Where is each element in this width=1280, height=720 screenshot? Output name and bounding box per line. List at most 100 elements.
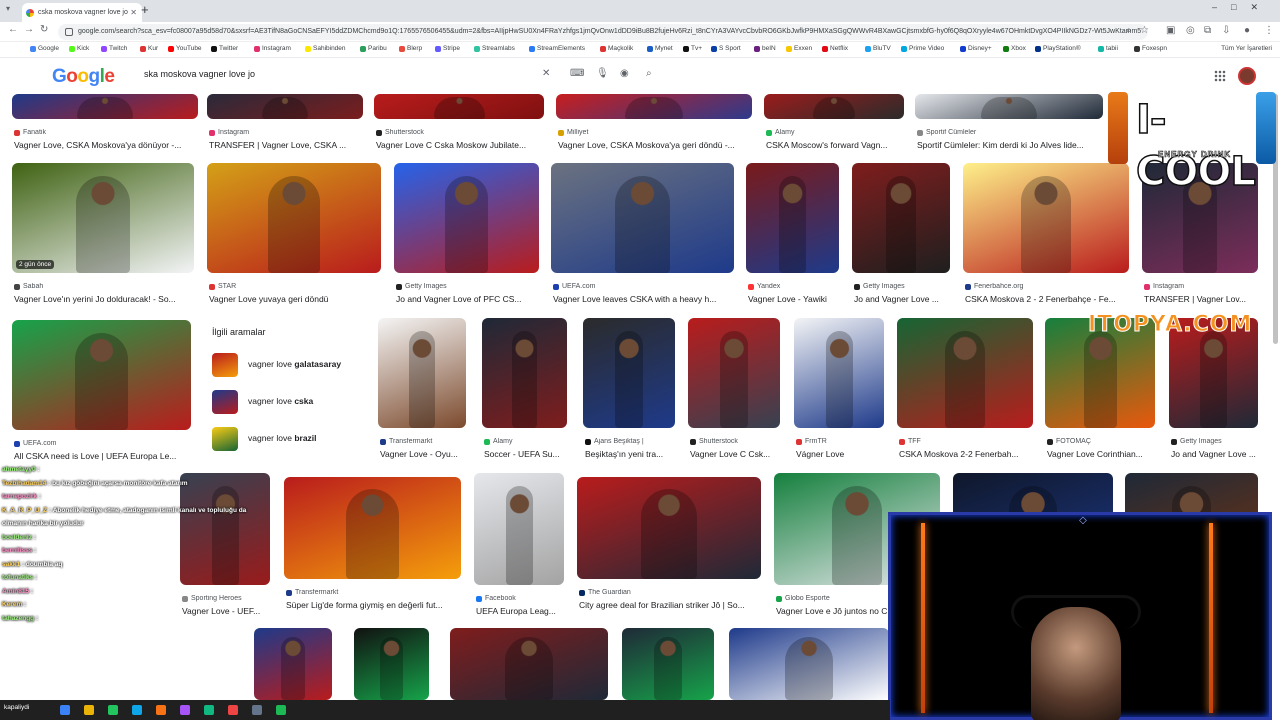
image-result[interactable]: Transfermarkt Vagner Love - Oyu... [378, 318, 466, 464]
image-result[interactable]: Getty Images Jo and Vagner Love ... [852, 163, 950, 309]
result-source[interactable]: Instagram [1144, 283, 1260, 290]
result-source[interactable]: STAR [209, 283, 383, 290]
image-result[interactable]: Getty Images Jo and Vagner Love of PFC CS… [394, 163, 539, 309]
result-source[interactable]: Getty Images [854, 283, 952, 290]
result-thumbnail[interactable] [577, 477, 761, 579]
image-result[interactable]: Fenerbahce.org CSKA Moskova 2 - 2 Fenerba… [963, 163, 1129, 309]
result-thumbnail[interactable] [551, 163, 734, 273]
extension-icon-2[interactable]: ◎ [1186, 25, 1195, 36]
result-thumbnail[interactable] [12, 320, 191, 430]
result-thumbnail[interactable] [207, 163, 381, 273]
result-source[interactable]: Milliyet [558, 129, 754, 136]
image-result[interactable]: Instagram TRANSFER | Vagner Love, CSKA ..… [207, 94, 363, 155]
bookmark-item[interactable]: Foxespn [1134, 45, 1167, 52]
result-caption[interactable]: Soccer - UEFA Su... [484, 449, 569, 459]
bookmark-item[interactable]: Twitch [101, 45, 127, 52]
result-thumbnail[interactable] [12, 94, 198, 119]
taskbar-app-icon[interactable] [108, 705, 118, 715]
bookmark-item[interactable]: Instagram [254, 45, 291, 52]
bookmark-item[interactable]: YouTube [168, 45, 202, 52]
bookmark-item[interactable]: Netflix [822, 45, 848, 52]
result-thumbnail[interactable] [207, 94, 363, 119]
bookmark-item[interactable]: Twitter [211, 45, 238, 52]
result-source[interactable]: Getty Images [1171, 438, 1260, 445]
image-result[interactable]: UEFA.com Vagner Love leaves CSKA with a h… [551, 163, 734, 309]
result-thumbnail[interactable] [254, 628, 332, 700]
bookmark-item[interactable]: beIN [754, 45, 776, 52]
result-thumbnail[interactable] [729, 628, 889, 700]
profile-icon[interactable]: ● [1244, 25, 1250, 36]
microphone-icon[interactable]: 🎙 [596, 68, 609, 79]
result-thumbnail[interactable] [474, 473, 564, 585]
result-thumbnail[interactable] [354, 628, 429, 700]
site-info-icon[interactable] [65, 28, 73, 36]
image-result[interactable]: FrmTR Vágner Love [794, 318, 884, 464]
clear-search-icon[interactable]: ✕ [542, 68, 550, 79]
result-thumbnail[interactable] [852, 163, 950, 273]
related-search-item[interactable]: vagner love galatasaray [208, 350, 364, 380]
google-logo[interactable]: Google [52, 66, 115, 88]
image-result[interactable]: Getty Images Jo and Vagner Love ... [1169, 318, 1258, 464]
result-thumbnail[interactable] [378, 318, 466, 428]
bookmark-item[interactable]: Paribu [360, 45, 387, 52]
result-thumbnail[interactable] [764, 94, 904, 119]
image-result[interactable]: Transfermarkt Süper Lig'de forma giymiş e… [284, 477, 461, 615]
result-caption[interactable]: Vagner Love, CSKA Moskova'ya dönüyor -..… [14, 140, 200, 150]
result-caption[interactable]: Vagner Love Corinthian... [1047, 449, 1157, 459]
result-caption[interactable]: Vagner Love leaves CSKA with a heavy h..… [553, 294, 736, 304]
image-result[interactable]: Alamy Soccer - UEFA Su... [482, 318, 567, 464]
bookmark-item[interactable]: tabii [1098, 45, 1118, 52]
tab-search-icon[interactable]: ▾ [6, 4, 10, 13]
image-result[interactable]: FOTOMAÇ Vagner Love Corinthian... [1045, 318, 1155, 464]
result-caption[interactable]: Jo and Vagner Love of PFC CS... [396, 294, 541, 304]
result-source[interactable]: Alamy [484, 438, 569, 445]
result-caption[interactable]: Süper Lig'de forma giymiş en değerli fut… [286, 600, 463, 610]
new-tab-button[interactable]: + [141, 2, 149, 17]
tab-close-icon[interactable]: ✕ [130, 3, 137, 22]
result-caption[interactable]: Vagner Love C Cska Moskow Jubilate... [376, 140, 546, 150]
bookmark-item[interactable]: Streamlabs [474, 45, 515, 52]
image-result[interactable]: Sportif Cümleler Sportif Cümleler: Kim de… [915, 94, 1103, 155]
result-source[interactable]: TFF [899, 438, 1035, 445]
browser-tab[interactable]: cska moskova vagner love jo ✕ [22, 3, 142, 22]
image-result[interactable]: Milliyet Vagner Love, CSKA Moskova'ya ger… [556, 94, 752, 155]
bookmark-item[interactable]: Prime Video [901, 45, 944, 52]
result-thumbnail[interactable] [583, 318, 675, 428]
result-thumbnail[interactable] [284, 477, 461, 579]
image-result[interactable]: 2 gün önce Sabah Vagner Love'ın yerini Jo … [12, 163, 194, 309]
search-input[interactable] [144, 69, 524, 79]
lens-camera-icon[interactable]: ◉ [620, 68, 629, 79]
result-source[interactable]: Getty Images [396, 283, 541, 290]
result-thumbnail[interactable]: 2 gün önce [12, 163, 194, 273]
bookmark-item[interactable]: Maçkolik [600, 45, 633, 52]
result-caption[interactable]: Beşiktaş'ın yeni tra... [585, 449, 677, 459]
taskbar-app-icon[interactable] [204, 705, 214, 715]
result-source[interactable]: UEFA.com [553, 283, 736, 290]
result-source[interactable]: Alamy [766, 129, 906, 136]
result-source[interactable]: Shutterstock [690, 438, 782, 445]
extension-icon-3[interactable]: ⧉ [1204, 25, 1211, 36]
result-caption[interactable]: Vagner Love - Oyu... [380, 449, 468, 459]
bookmark-item[interactable]: Xbox [1003, 45, 1026, 52]
taskbar-app-icon[interactable] [132, 705, 142, 715]
result-thumbnail[interactable] [897, 318, 1033, 428]
bookmark-item[interactable]: Blerp [399, 45, 422, 52]
image-result[interactable]: Facebook UEFA Europa Leag... [474, 473, 564, 621]
result-source[interactable]: Sportif Cümleler [917, 129, 1105, 136]
bookmark-item[interactable]: BluTV [865, 45, 891, 52]
result-source[interactable]: Sabah [14, 283, 196, 290]
result-thumbnail[interactable] [915, 94, 1103, 119]
result-thumbnail[interactable] [688, 318, 780, 428]
taskbar-app-icon[interactable] [228, 705, 238, 715]
result-source[interactable]: Ajans Beşiktaş | [585, 438, 677, 445]
taskbar-app-icon[interactable] [276, 705, 286, 715]
result-source[interactable]: Fenerbahce.org [965, 283, 1131, 290]
result-caption[interactable]: TRANSFER | Vagner Love, CSKA ... [209, 140, 365, 150]
all-bookmarks-link[interactable]: Tüm Yer İşaretleri [1221, 45, 1272, 52]
image-result[interactable]: Ajans Beşiktaş | Beşiktaş'ın yeni tra... [583, 318, 675, 464]
result-thumbnail[interactable] [482, 318, 567, 428]
result-source[interactable]: The Guardian [579, 589, 763, 596]
result-source[interactable]: UEFA.com [14, 440, 193, 447]
address-bar[interactable]: google.com/search?sca_esv=fc08007a95d58d… [58, 24, 1148, 40]
result-caption[interactable]: Vagner Love'ın yerini Jo dolduracak! - S… [14, 294, 196, 304]
